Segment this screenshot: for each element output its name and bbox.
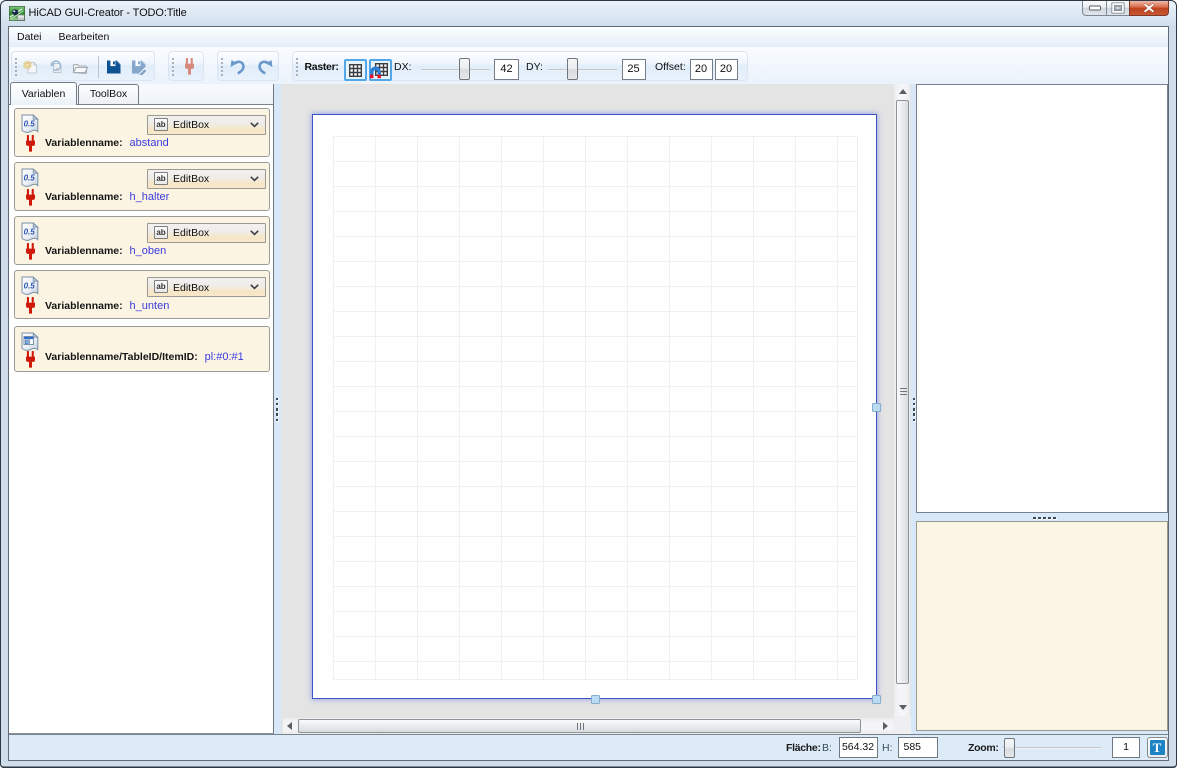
svg-text:0.5: 0.5 xyxy=(24,227,36,236)
svg-text:0.5: 0.5 xyxy=(24,119,36,128)
svg-text:0.5: 0.5 xyxy=(24,173,36,182)
svg-text:0.5: 0.5 xyxy=(24,282,36,291)
